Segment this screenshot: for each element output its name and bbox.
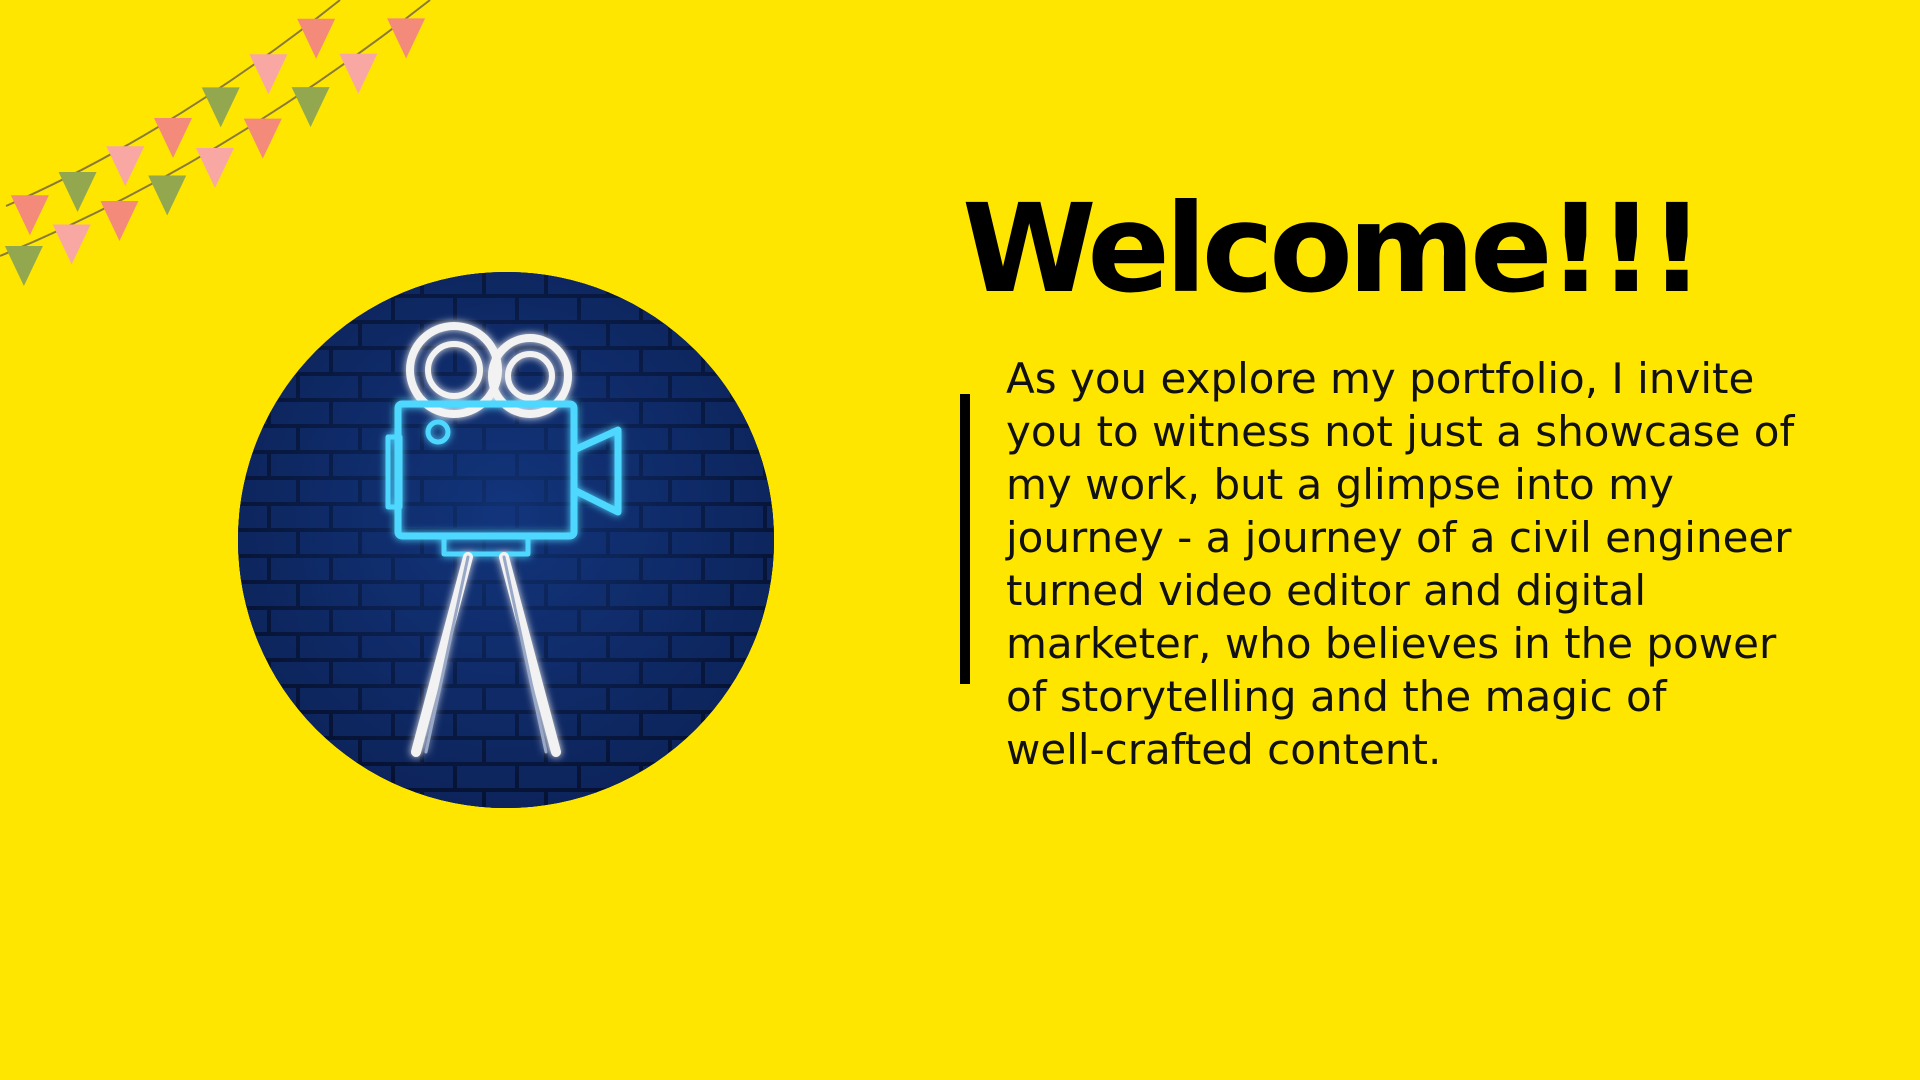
wall-brick — [672, 792, 730, 808]
bunting-flag — [249, 54, 288, 95]
bunting-flag — [154, 118, 192, 158]
wall-brick — [734, 376, 774, 398]
slide: Welcome!!! As you explore my portfolio, … — [0, 0, 1920, 1080]
wall-brick — [238, 662, 267, 684]
wall-brick — [238, 792, 296, 808]
bunting-flags-icon — [0, 0, 431, 286]
bunting-flag — [196, 148, 234, 188]
wall-brick — [705, 350, 763, 372]
wall-brick — [767, 298, 774, 320]
intro-line: of storytelling and the magic of — [1006, 672, 1667, 721]
wall-brick — [767, 610, 774, 632]
neon-movie-camera-image — [238, 272, 774, 808]
wall-brick — [238, 766, 267, 788]
intro-line: well-crafted content. — [1006, 725, 1442, 774]
wall-brick — [362, 792, 420, 808]
wall-brick — [734, 324, 774, 346]
bunting-flag — [52, 224, 91, 265]
bunting-flag — [100, 200, 139, 241]
intro-line: turned video editor and digital — [1006, 566, 1647, 615]
bunting-flag — [4, 245, 43, 286]
wall-brick — [610, 272, 668, 294]
wall-brick — [238, 350, 267, 372]
wall-brick — [672, 272, 730, 294]
wall-brick — [238, 740, 296, 762]
wall-brick — [767, 662, 774, 684]
neon-movie-camera-icon — [238, 272, 774, 808]
wall-brick — [238, 324, 296, 346]
wall-brick — [672, 740, 730, 762]
bunting-flag — [339, 53, 378, 94]
wall-brick — [734, 792, 774, 808]
wall-brick — [767, 454, 774, 476]
wall-brick — [734, 740, 774, 762]
bunting-flag — [201, 87, 240, 128]
wall-brick — [238, 714, 267, 736]
wall-brick — [767, 766, 774, 788]
quote-accent-bar — [960, 394, 970, 684]
intro-line: marketer, who believes in the power — [1006, 619, 1777, 668]
wall-brick — [610, 792, 668, 808]
wall-brick — [705, 766, 763, 788]
bunting-flag — [387, 18, 426, 59]
wall-brick — [643, 766, 701, 788]
wall-brick — [271, 766, 329, 788]
bunting-flag — [291, 87, 330, 128]
wall-brick — [238, 402, 267, 424]
intro-paragraph: As you explore my portfolio, I invite yo… — [1006, 352, 1886, 776]
welcome-title: Welcome!!! — [962, 178, 1705, 320]
wall-brick — [705, 714, 763, 736]
bunting-flag — [10, 195, 49, 236]
wall-brick — [767, 350, 774, 372]
bunting-flag — [148, 175, 187, 216]
intro-line: my work, but a glimpse into my — [1006, 460, 1674, 509]
bunting-flag — [58, 171, 97, 212]
wall-brick — [300, 792, 358, 808]
intro-line: journey - a journey of a civil engineer — [1006, 513, 1792, 562]
wall-brick — [705, 298, 763, 320]
bunting-flag — [106, 146, 145, 187]
wall-brick — [767, 714, 774, 736]
bunting-flag — [243, 118, 282, 159]
intro-line: you to witness not just a showcase of — [1006, 407, 1795, 456]
intro-line: As you explore my portfolio, I invite — [1006, 354, 1755, 403]
wall-brick — [767, 402, 774, 424]
bunting-flag — [297, 18, 336, 59]
wall-brick — [734, 272, 774, 294]
wall-brick — [734, 688, 774, 710]
